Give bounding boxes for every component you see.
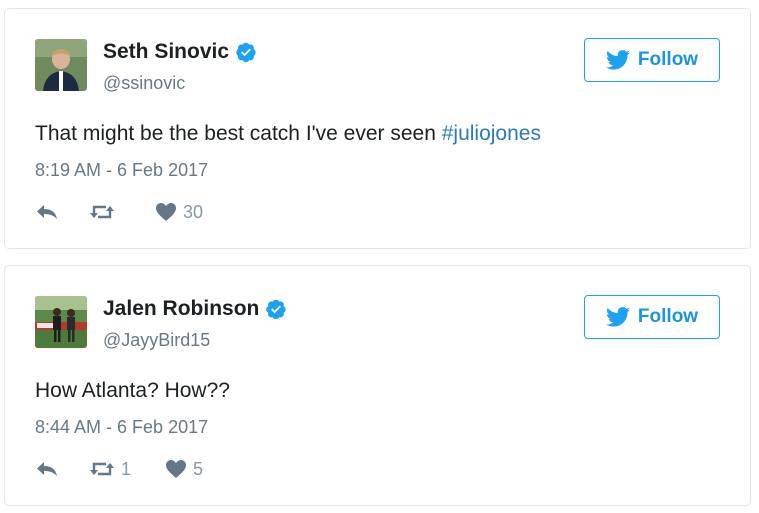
retweet-button[interactable]: 1 [89, 459, 131, 480]
timestamp[interactable]: 8:44 AM - 6 Feb 2017 [35, 417, 208, 438]
reply-icon [37, 205, 57, 219]
heart-icon [156, 203, 176, 221]
follow-label: Follow [637, 49, 699, 70]
tweet-text: How Atlanta? How?? [35, 379, 230, 403]
heart-icon [166, 460, 187, 478]
retweet-icon [90, 462, 114, 476]
display-name-text: Seth Sinovic [103, 40, 230, 63]
follow-button[interactable]: Follow [584, 38, 720, 82]
verified-badge-icon [266, 299, 286, 320]
like-count: 30 [183, 201, 204, 222]
reply-icon [37, 462, 57, 476]
tweet-card: Seth Sinovic @ssinovic Follow That might… [4, 8, 751, 249]
tweet-card: Jalen Robinson @JayyBird15 Follow How At… [4, 265, 751, 506]
twitter-bird-icon [605, 50, 630, 70]
hashtag-link[interactable]: #juliojones [442, 122, 541, 145]
timestamp[interactable]: 8:19 AM - 6 Feb 2017 [35, 160, 208, 181]
handle[interactable]: @JayyBird15 [103, 330, 210, 351]
action-bar: 30 [35, 199, 203, 225]
avatar[interactable] [35, 39, 87, 91]
follow-label: Follow [637, 306, 699, 327]
like-count: 5 [193, 458, 204, 479]
reply-button[interactable] [35, 460, 59, 478]
display-name[interactable]: Jalen Robinson [103, 297, 287, 321]
retweet-icon [90, 205, 114, 219]
like-button[interactable]: 5 [165, 459, 203, 480]
display-name[interactable]: Seth Sinovic [103, 40, 257, 64]
handle[interactable]: @ssinovic [103, 73, 185, 94]
verified-badge-icon [236, 42, 256, 63]
twitter-bird-icon [605, 307, 630, 327]
tweet-text-body: That might be the best catch I've ever s… [35, 122, 442, 145]
avatar[interactable] [35, 296, 87, 348]
tweet-text-body: How Atlanta? How?? [35, 379, 230, 402]
like-button[interactable]: 30 [155, 202, 203, 223]
follow-button[interactable]: Follow [584, 295, 720, 339]
reply-button[interactable] [35, 203, 59, 221]
tweet-text: That might be the best catch I've ever s… [35, 122, 541, 146]
action-bar: 1 5 [35, 456, 203, 482]
retweet-count: 1 [121, 458, 132, 479]
retweet-button[interactable] [89, 203, 121, 221]
display-name-text: Jalen Robinson [103, 297, 260, 320]
